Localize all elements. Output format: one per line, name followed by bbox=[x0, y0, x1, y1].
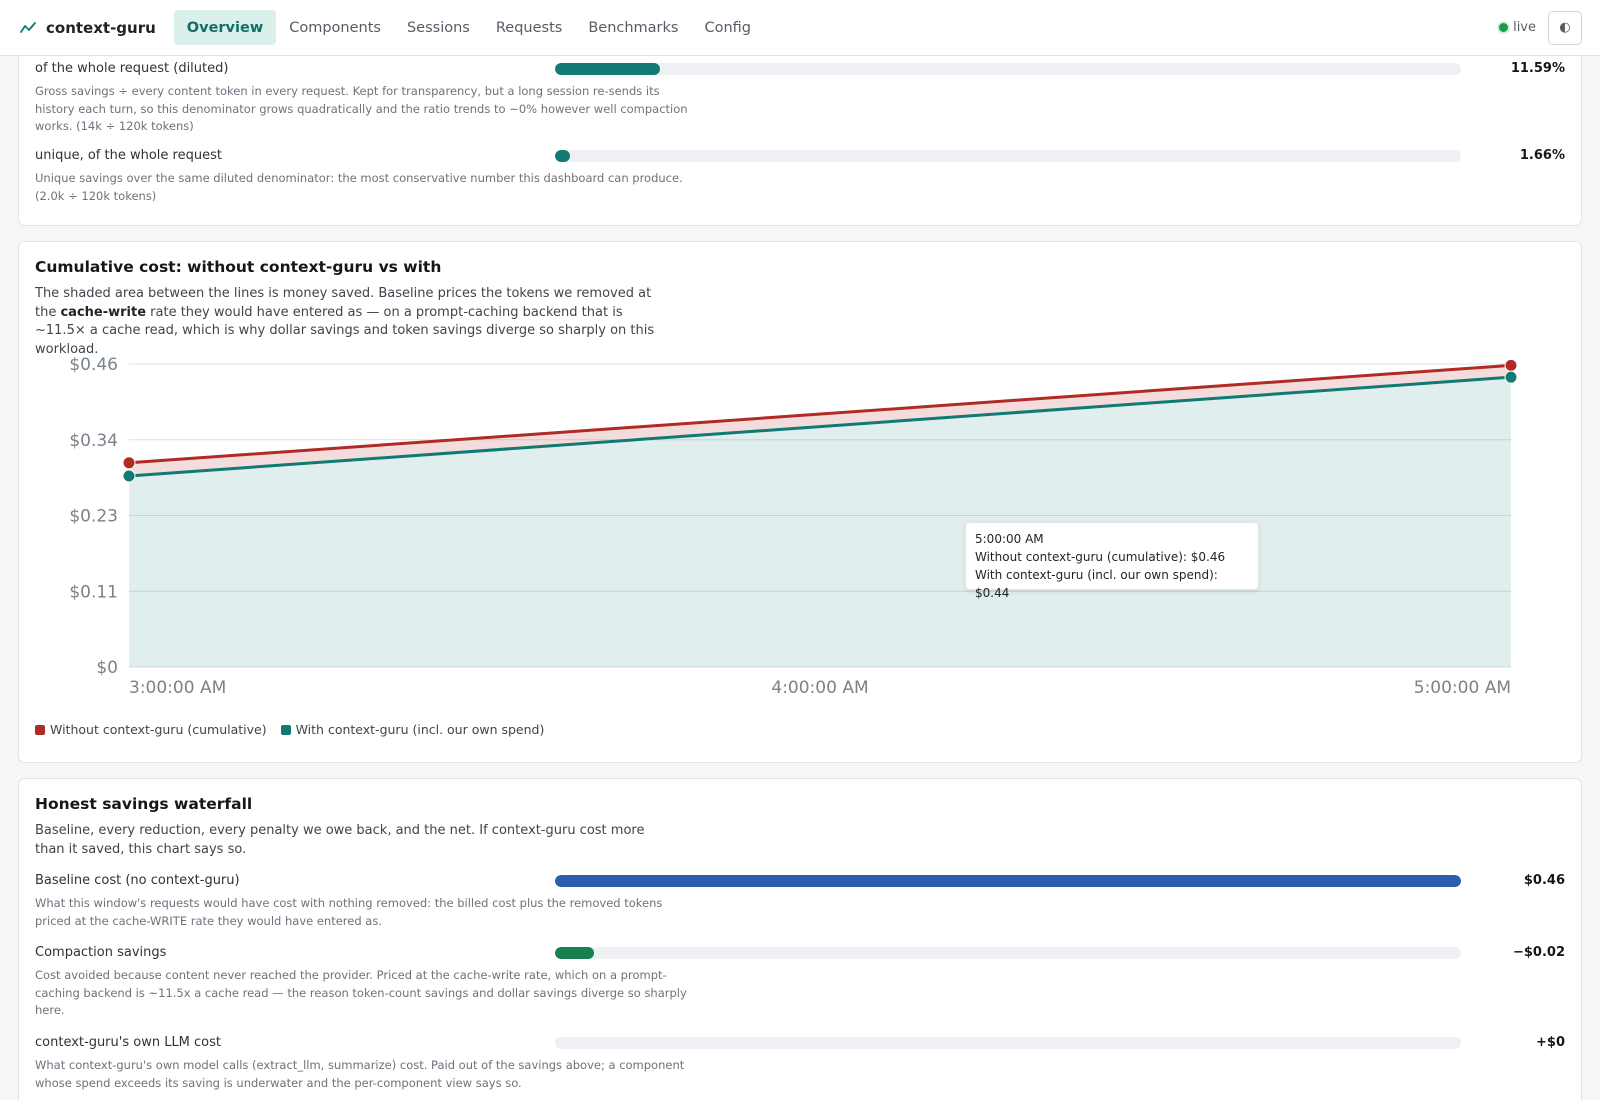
metric-label: Compaction savings bbox=[35, 945, 167, 960]
nav-tabs: Overview Components Sessions Requests Be… bbox=[173, 10, 764, 45]
metric-label: context-guru's own LLM cost bbox=[35, 1035, 222, 1050]
metric-bar-track bbox=[555, 947, 1461, 959]
app-name: context-guru bbox=[46, 18, 156, 37]
chart-legend: Without context-guru (cumulative) With c… bbox=[35, 722, 558, 737]
legend-item-with[interactable]: With context-guru (incl. our own spend) bbox=[280, 722, 545, 737]
metric-note: Unique savings over the same diluted den… bbox=[35, 171, 683, 203]
metric-bar-fill bbox=[555, 150, 571, 162]
metric-bar-track bbox=[555, 63, 1461, 75]
data-point-with bbox=[122, 469, 136, 483]
legend-swatch bbox=[280, 724, 291, 735]
top-nav: context-guru Overview Components Session… bbox=[0, 0, 1600, 56]
legend-swatch bbox=[35, 724, 45, 735]
trend-line-icon bbox=[20, 21, 36, 33]
savings-waterfall-card: Honest savings waterfall Baseline, every… bbox=[18, 778, 1582, 1100]
metric-bar-track bbox=[555, 1037, 1461, 1049]
metric-value: $0.46 bbox=[1523, 873, 1565, 888]
metric-note: What this window's requests would have c… bbox=[35, 896, 663, 928]
cumulative-cost-chart[interactable]: $0 $0.11 $0.23 $0.34 $0.46 3:00:00 AM 4:00:00 … bbox=[19, 242, 1583, 712]
metric-note: Gross savings ÷ every content token in e… bbox=[35, 84, 688, 133]
data-point-with bbox=[1504, 370, 1518, 384]
metric-bar-fill bbox=[555, 947, 594, 959]
metric-note: Cost avoided because content never reach… bbox=[35, 968, 687, 1017]
half-circle-icon: ◐ bbox=[1559, 20, 1571, 35]
metric-label: unique, of the whole request bbox=[35, 148, 222, 163]
legend-item-without[interactable]: Without context-guru (cumulative) bbox=[35, 722, 267, 737]
tab-sessions[interactable]: Sessions bbox=[394, 10, 483, 45]
waterfall-row-compaction: Compaction savings −$0.02 Cost avoided b… bbox=[35, 945, 1565, 1025]
metric-label: of the whole request (diluted) bbox=[35, 61, 229, 76]
theme-toggle-button[interactable]: ◐ bbox=[1548, 10, 1582, 45]
card-description: Baseline, every reduction, every penalty… bbox=[35, 823, 645, 857]
live-label: live bbox=[1513, 20, 1536, 35]
brand[interactable]: context-guru bbox=[20, 19, 156, 37]
tab-components[interactable]: Components bbox=[276, 10, 394, 45]
metric-bar-track bbox=[555, 150, 1461, 162]
data-point-without bbox=[122, 456, 136, 470]
waterfall-row-own-cost: context-guru's own LLM cost +$0 What con… bbox=[35, 1035, 1565, 1097]
y-tick-label: $0.34 bbox=[69, 431, 118, 451]
tab-overview[interactable]: Overview bbox=[173, 10, 277, 45]
x-tick-label: 3:00:00 AM bbox=[129, 678, 226, 698]
metric-bar-track bbox=[555, 875, 1461, 887]
live-status: live bbox=[1499, 20, 1536, 35]
metric-label: Baseline cost (no context-guru) bbox=[35, 873, 240, 888]
card-title: Honest savings waterfall bbox=[35, 795, 253, 813]
data-point-without bbox=[1504, 358, 1518, 372]
tooltip-without: Without context-guru (cumulative): $0.46 bbox=[975, 550, 1226, 564]
x-tick-label: 4:00:00 AM bbox=[771, 678, 868, 698]
y-tick-label: $0 bbox=[96, 658, 118, 678]
chart-tooltip: 5:00:00 AM Without context-guru (cumulat… bbox=[965, 522, 1259, 600]
live-dot-icon bbox=[1499, 23, 1509, 32]
y-tick-label: $0.11 bbox=[69, 582, 118, 602]
tab-requests[interactable]: Requests bbox=[483, 10, 575, 45]
tooltip-time: 5:00:00 AM bbox=[975, 532, 1044, 546]
metric-bar-fill bbox=[555, 875, 1461, 887]
waterfall-row-baseline: Baseline cost (no context-guru) $0.46 Wh… bbox=[35, 873, 1565, 935]
metric-value: +$0 bbox=[1536, 1035, 1565, 1050]
y-tick-label: $0.46 bbox=[69, 355, 118, 375]
legend-label: Without context-guru (cumulative) bbox=[50, 722, 267, 737]
metric-value: 11.59% bbox=[1510, 61, 1565, 76]
y-tick-label: $0.23 bbox=[69, 507, 118, 527]
tooltip-with: With context-guru (incl. our own spend):… bbox=[975, 568, 1218, 600]
x-tick-label: 5:00:00 AM bbox=[1414, 678, 1511, 698]
ratio-row-unique: unique, of the whole request 1.66% Uniqu… bbox=[35, 148, 1565, 208]
metric-value: 1.66% bbox=[1519, 148, 1565, 163]
legend-label: With context-guru (incl. our own spend) bbox=[295, 722, 545, 737]
ratio-row-diluted: of the whole request (diluted) 11.59% Gr… bbox=[35, 61, 1565, 141]
tab-benchmarks[interactable]: Benchmarks bbox=[575, 10, 691, 45]
tab-config[interactable]: Config bbox=[691, 10, 764, 45]
cumulative-cost-card: Cumulative cost: without context-guru vs… bbox=[18, 241, 1582, 763]
metric-value: −$0.02 bbox=[1512, 945, 1565, 960]
metric-note: What context-guru's own model calls (ext… bbox=[35, 1058, 685, 1090]
metric-bar-fill bbox=[555, 63, 660, 75]
